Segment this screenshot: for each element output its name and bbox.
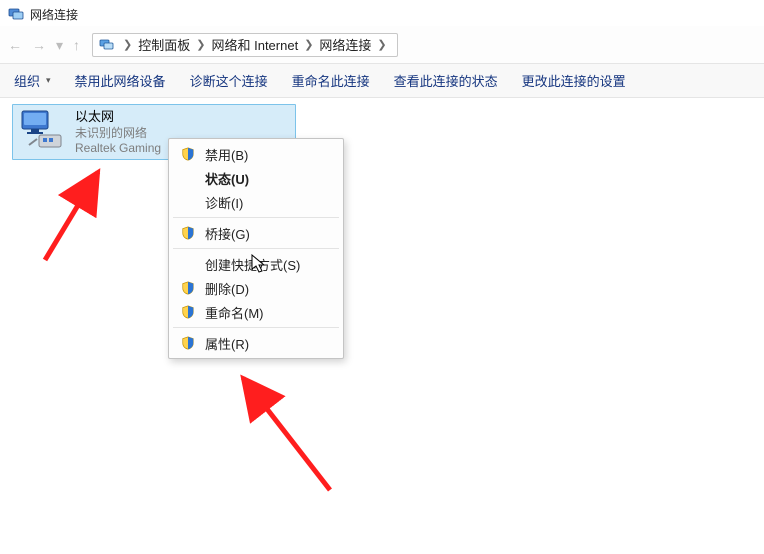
back-button[interactable]: ←	[8, 38, 22, 52]
ctx-delete[interactable]: 删除(D)	[171, 276, 341, 300]
toolbar-organize[interactable]: 组织 ▾	[14, 71, 51, 90]
chevron-right-icon: ❯	[119, 38, 136, 51]
shield-icon	[179, 145, 197, 163]
ctx-properties[interactable]: 属性(R)	[171, 331, 341, 355]
chevron-right-icon: ❯	[300, 38, 317, 51]
toolbar-view-status[interactable]: 查看此连接的状态	[394, 71, 498, 90]
ctx-bridge-label: 桥接(G)	[205, 224, 250, 243]
address-bar: ← → ▾ ↑ ❯ 控制面板 ❯ 网络和 Internet ❯ 网络连接 ❯	[0, 26, 764, 64]
nav-buttons: ← → ▾ ↑	[8, 38, 80, 52]
ctx-disable-label: 禁用(B)	[205, 145, 248, 164]
content-area: 以太网 未识别的网络 Realtek Gaming 禁用(B) 状态(U) 诊断…	[0, 98, 764, 554]
ctx-diagnose-label: 诊断(I)	[205, 193, 243, 212]
context-menu: 禁用(B) 状态(U) 诊断(I) 桥接(G) 创建快捷方式(S) 删除(D)	[168, 138, 344, 359]
shield-icon	[179, 334, 197, 352]
titlebar: 网络连接	[0, 0, 764, 26]
ctx-bridge[interactable]: 桥接(G)	[171, 221, 341, 245]
ctx-status[interactable]: 状态(U)	[171, 166, 341, 190]
ctx-disable[interactable]: 禁用(B)	[171, 142, 341, 166]
ctx-properties-label: 属性(R)	[205, 334, 249, 353]
separator	[173, 248, 339, 249]
chevron-down-icon: ▾	[46, 75, 51, 86]
breadcrumb-item-control-panel[interactable]: 控制面板	[136, 35, 192, 54]
history-dropdown[interactable]: ▾	[56, 38, 63, 52]
shield-icon	[179, 224, 197, 242]
ctx-delete-label: 删除(D)	[205, 279, 249, 298]
shield-icon	[179, 303, 197, 321]
up-button[interactable]: ↑	[73, 38, 80, 52]
breadcrumb-item-network-internet[interactable]: 网络和 Internet	[209, 35, 300, 54]
app-icon	[8, 6, 24, 22]
ctx-rename-label: 重命名(M)	[205, 303, 264, 322]
adapter-text: 以太网 未识别的网络 Realtek Gaming	[75, 109, 161, 155]
chevron-right-icon: ❯	[192, 38, 209, 51]
separator	[173, 327, 339, 328]
toolbar-disable-device[interactable]: 禁用此网络设备	[75, 71, 166, 90]
command-bar: 组织 ▾ 禁用此网络设备 诊断这个连接 重命名此连接 查看此连接的状态 更改此连…	[0, 64, 764, 98]
ctx-create-shortcut[interactable]: 创建快捷方式(S)	[171, 252, 341, 276]
adapter-name: 以太网	[75, 109, 161, 125]
breadcrumb-item-network-connections[interactable]: 网络连接	[317, 35, 373, 54]
ctx-status-label: 状态(U)	[205, 169, 249, 188]
separator	[173, 217, 339, 218]
ctx-create-shortcut-label: 创建快捷方式(S)	[205, 255, 300, 274]
toolbar-change-settings[interactable]: 更改此连接的设置	[522, 71, 626, 90]
adapter-status: 未识别的网络	[75, 126, 161, 140]
window-title: 网络连接	[30, 6, 78, 23]
network-adapter-icon	[19, 109, 67, 153]
location-icon	[99, 37, 115, 53]
ctx-rename[interactable]: 重命名(M)	[171, 300, 341, 324]
ctx-diagnose[interactable]: 诊断(I)	[171, 190, 341, 214]
forward-button[interactable]: →	[32, 38, 46, 52]
chevron-right-icon: ❯	[373, 38, 390, 51]
shield-icon	[179, 279, 197, 297]
toolbar-diagnose[interactable]: 诊断这个连接	[190, 71, 268, 90]
breadcrumb-box[interactable]: ❯ 控制面板 ❯ 网络和 Internet ❯ 网络连接 ❯	[92, 33, 398, 57]
toolbar-rename[interactable]: 重命名此连接	[292, 71, 370, 90]
adapter-device: Realtek Gaming	[75, 141, 161, 155]
